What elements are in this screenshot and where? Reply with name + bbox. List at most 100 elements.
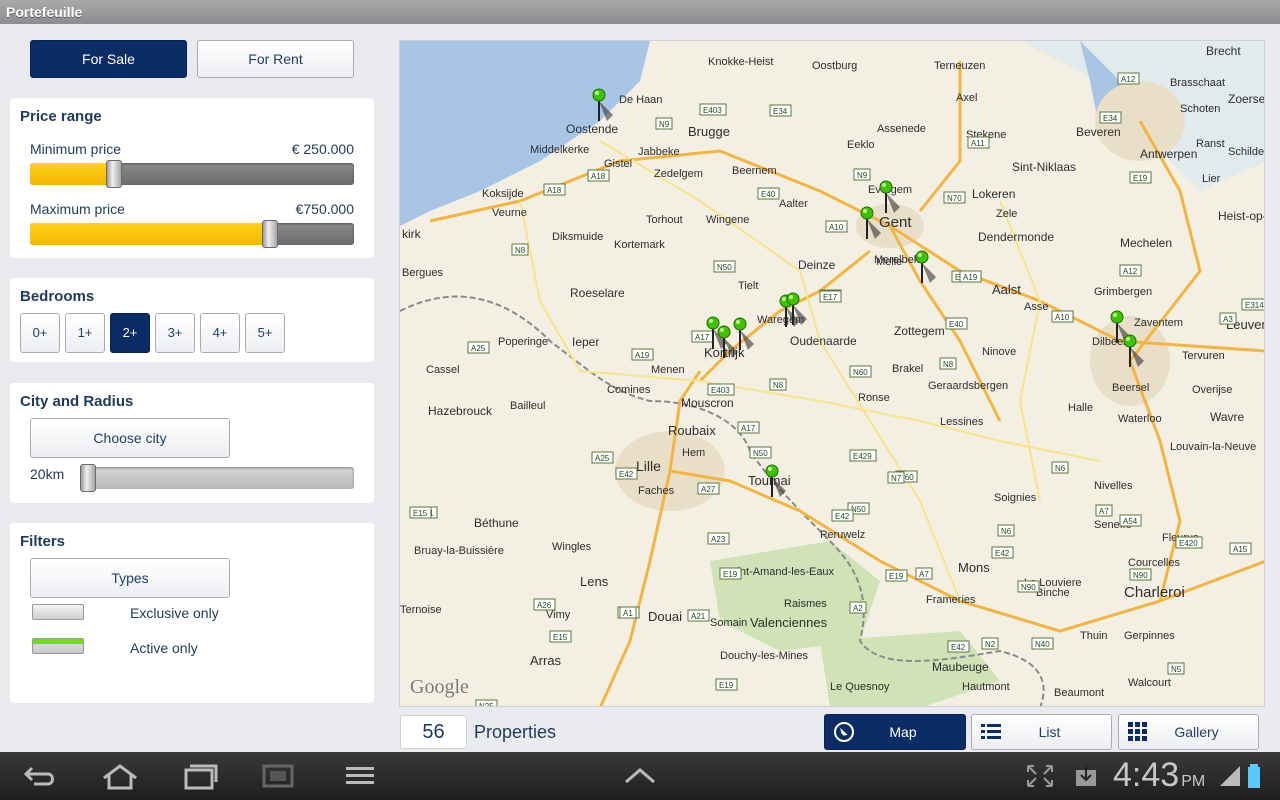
gallery-view-button[interactable]: Gallery <box>1118 714 1259 750</box>
town-label: Ternoise <box>400 604 442 616</box>
town-label: Bailleul <box>510 400 545 412</box>
bedroom-option-5-plus[interactable]: 5+ <box>245 313 285 353</box>
town-label: Cassel <box>426 364 460 376</box>
town-label: Middelkerke <box>530 144 589 156</box>
town-label: Knokke-Heist <box>708 56 773 68</box>
bedroom-option-3-plus[interactable]: 3+ <box>155 313 195 353</box>
for-rent-button[interactable]: For Rent <box>197 40 354 78</box>
svg-text:N50: N50 <box>753 449 768 458</box>
road-shield: A27 <box>697 482 720 495</box>
bedroom-option-0-plus[interactable]: 0+ <box>20 313 60 353</box>
svg-text:A12: A12 <box>1121 75 1136 84</box>
town-label: Veurne <box>492 207 527 219</box>
svg-text:A2: A2 <box>853 604 863 613</box>
max-price-label: Maximum price <box>30 201 125 217</box>
map-canvas[interactable]: Brecht Knokke-Heist Oostburg Terneuzen Axel D… <box>400 41 1265 707</box>
for-sale-button[interactable]: For Sale <box>30 40 187 78</box>
choose-city-button[interactable]: Choose city <box>30 418 230 458</box>
min-price-value: € 250.000 <box>291 141 354 157</box>
town-label: Ninove <box>982 346 1016 358</box>
min-price-slider[interactable] <box>30 163 354 185</box>
road-shield: E17 <box>819 290 842 303</box>
town-label: Maubeuge <box>932 660 989 674</box>
svg-text:N5: N5 <box>1171 665 1182 674</box>
road-shield: A12 <box>1119 264 1142 277</box>
svg-text:E34: E34 <box>1103 114 1118 123</box>
town-label: Gerpinnes <box>1124 630 1175 642</box>
road-shield: N50 <box>749 446 772 459</box>
town-label: Oudenaarde <box>790 334 857 348</box>
svg-text:A18: A18 <box>547 186 562 195</box>
bedrooms-panel: Bedrooms 0+ 1+ 2+ 3+ 4+ 5+ <box>10 278 374 362</box>
town-label: Kortemark <box>614 239 665 251</box>
road-shield: E40 <box>757 187 780 200</box>
town-label: Beersel <box>1112 382 1149 394</box>
home-icon[interactable] <box>100 762 140 790</box>
bedroom-option-2-plus[interactable]: 2+ <box>110 313 150 353</box>
svg-text:A10: A10 <box>829 223 844 232</box>
filters-panel: Filters Types Exclusive only Active only <box>10 523 374 703</box>
download-icon[interactable] <box>1066 762 1106 790</box>
svg-text:E19: E19 <box>889 572 904 581</box>
town-label: Asse <box>1024 301 1048 313</box>
types-button[interactable]: Types <box>30 558 230 598</box>
town-label: Raismes <box>784 598 827 610</box>
bedroom-option-1-plus[interactable]: 1+ <box>65 313 105 353</box>
road-shield: A12 <box>1117 72 1140 85</box>
town-label: Assenede <box>877 123 926 135</box>
svg-text:N6: N6 <box>1055 464 1066 473</box>
town-label: Thuin <box>1080 630 1108 642</box>
road-shield: E15 <box>549 630 572 643</box>
town-label: Zele <box>996 208 1017 220</box>
svg-text:E42: E42 <box>835 512 850 521</box>
svg-text:A11: A11 <box>971 139 985 148</box>
town-label: Axel <box>956 92 977 104</box>
back-icon[interactable] <box>20 762 60 790</box>
town-label: Sint-Niklaas <box>1012 160 1076 174</box>
town-label: Nivelles <box>1094 480 1133 492</box>
town-label: Koksijde <box>482 188 524 200</box>
road-shield: A18 <box>543 183 566 196</box>
town-label: Gistel <box>604 158 632 170</box>
map-view-button[interactable]: Map <box>824 714 966 750</box>
expand-icon[interactable] <box>1020 762 1060 790</box>
svg-text:A7: A7 <box>1099 507 1109 516</box>
radius-slider[interactable] <box>80 467 354 489</box>
max-price-slider[interactable] <box>30 223 354 245</box>
town-label: Zedelgem <box>654 168 703 180</box>
map-view[interactable]: Brecht Knokke-Heist Oostburg Terneuzen Axel D… <box>399 40 1265 707</box>
list-view-button[interactable]: List <box>971 714 1112 750</box>
exclusive-only-toggle[interactable] <box>32 604 84 620</box>
town-label: Wavre <box>1210 410 1245 424</box>
active-only-toggle[interactable] <box>32 638 84 654</box>
road-shield: N6 <box>1051 461 1069 474</box>
town-label: Bruay-la-Buissière <box>414 545 504 557</box>
max-price-thumb[interactable] <box>261 220 278 248</box>
road-shield: A11 <box>967 136 990 149</box>
town-label: Walcourt <box>1128 677 1171 689</box>
road-shield: A1 <box>619 606 637 619</box>
road-shield: E403 <box>699 103 727 116</box>
chevron-up-icon[interactable] <box>620 762 660 790</box>
recent-apps-icon[interactable] <box>180 762 220 790</box>
list-view-label: List <box>1038 724 1061 740</box>
svg-text:E34: E34 <box>773 107 788 116</box>
road-shield: N70 <box>943 191 966 204</box>
town-label: Faches <box>638 485 675 497</box>
svg-text:N2: N2 <box>985 640 996 649</box>
bedroom-option-4-plus[interactable]: 4+ <box>200 313 240 353</box>
min-price-thumb[interactable] <box>106 160 123 188</box>
forest-area <box>710 541 880 651</box>
town-label: Brakel <box>892 363 923 375</box>
menu-icon[interactable] <box>340 762 380 790</box>
town-label: Waterloo <box>1118 413 1162 425</box>
town-label: Douai <box>648 609 682 624</box>
svg-text:N8: N8 <box>943 360 954 369</box>
bedrooms-title: Bedrooms <box>20 288 95 305</box>
svg-text:E17: E17 <box>823 293 838 302</box>
screenshot-icon[interactable] <box>258 762 298 790</box>
road-shield: N8 <box>511 243 529 256</box>
radius-thumb[interactable] <box>80 464 97 492</box>
town-label: Vimy <box>546 609 571 621</box>
town-label: Ronse <box>858 392 890 404</box>
